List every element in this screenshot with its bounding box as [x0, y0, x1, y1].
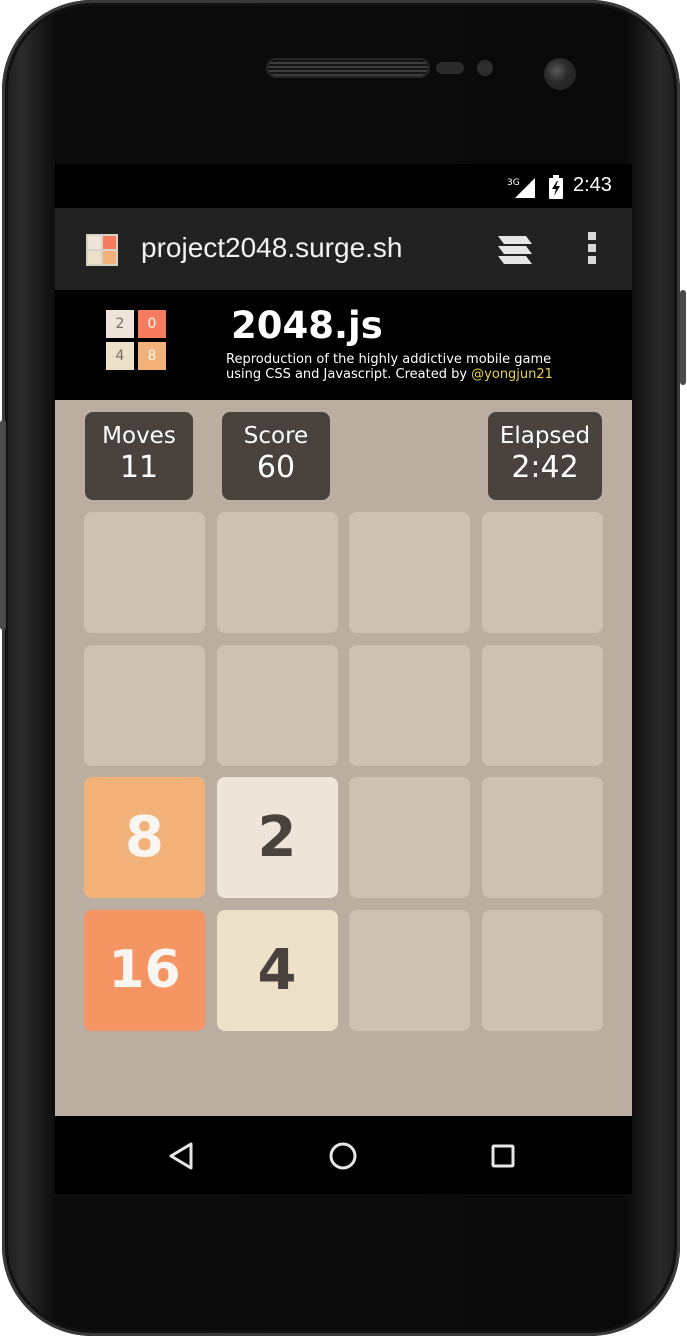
game-logo: 2 0 4 8: [106, 310, 170, 374]
earpiece-speaker: [268, 60, 428, 76]
game-header: 2 0 4 8 2048.js Reproduction of the high…: [55, 290, 632, 400]
page-description: Reproduction of the highly addictive mob…: [226, 352, 586, 382]
status-time: 2:43: [573, 174, 612, 196]
description-line-1: Reproduction of the highly addictive mob…: [226, 352, 552, 367]
logo-tile: 2: [106, 310, 134, 338]
game-area: Moves 11 Score 60 Elapsed 2:42 8 2 16 4: [55, 400, 632, 1116]
tile: 2: [216, 777, 338, 898]
empty-cell: [349, 909, 470, 1031]
proximity-sensor: [436, 62, 464, 74]
empty-cell: [216, 644, 338, 766]
empty-cell: [481, 644, 603, 766]
volume-button[interactable]: [0, 420, 6, 630]
empty-cell: [349, 512, 470, 633]
light-sensor: [477, 60, 493, 76]
tile: 16: [84, 909, 205, 1031]
battery-charging-icon: [549, 175, 563, 199]
device-screen: 3G 2:43 project2048.surge.sh 2 0 4 8 204…: [55, 164, 632, 1194]
score-value: 60: [256, 450, 296, 485]
empty-cell: [349, 644, 470, 766]
power-button[interactable]: [680, 290, 686, 385]
score-label: Score: [243, 423, 309, 449]
empty-cell: [481, 909, 603, 1031]
author-link[interactable]: @yongjun21: [471, 367, 553, 382]
android-nav-bar: [55, 1116, 632, 1194]
empty-cell: [84, 512, 205, 633]
moves-counter: Moves 11: [85, 412, 193, 500]
empty-cell: [481, 777, 603, 898]
tile: 4: [216, 909, 338, 1031]
elapsed-counter: Elapsed 2:42: [488, 412, 602, 500]
url-bar[interactable]: project2048.surge.sh: [141, 232, 403, 264]
elapsed-value: 2:42: [511, 450, 579, 485]
empty-cell: [216, 512, 338, 633]
status-bar: 3G 2:43: [55, 164, 632, 208]
logo-tile: 4: [106, 342, 134, 370]
description-line-2: using CSS and Javascript. Created by: [226, 367, 472, 382]
tabs-stack-icon[interactable]: [496, 234, 536, 266]
network-type-label: 3G: [507, 178, 520, 188]
logo-tile: 8: [138, 342, 166, 370]
empty-cell: [481, 512, 603, 633]
home-circle-icon[interactable]: [325, 1138, 361, 1174]
page-title: 2048.js: [231, 304, 383, 347]
overflow-menu-icon[interactable]: [588, 232, 598, 268]
moves-label: Moves: [102, 423, 176, 449]
elapsed-label: Elapsed: [499, 423, 591, 449]
logo-tile: 0: [138, 310, 166, 338]
empty-cell: [349, 777, 470, 898]
empty-cell: [84, 644, 205, 766]
recents-square-icon[interactable]: [485, 1138, 521, 1174]
front-camera: [544, 58, 576, 90]
browser-toolbar: project2048.surge.sh: [55, 208, 632, 290]
moves-value: 11: [119, 450, 159, 485]
score-counter: Score 60: [222, 412, 330, 500]
signal-3g-icon: 3G: [507, 178, 535, 198]
game-board[interactable]: 8 2 16 4: [84, 512, 604, 1032]
back-triangle-icon[interactable]: [165, 1138, 201, 1174]
tile: 8: [84, 777, 205, 898]
2048-favicon-icon: [86, 234, 118, 266]
